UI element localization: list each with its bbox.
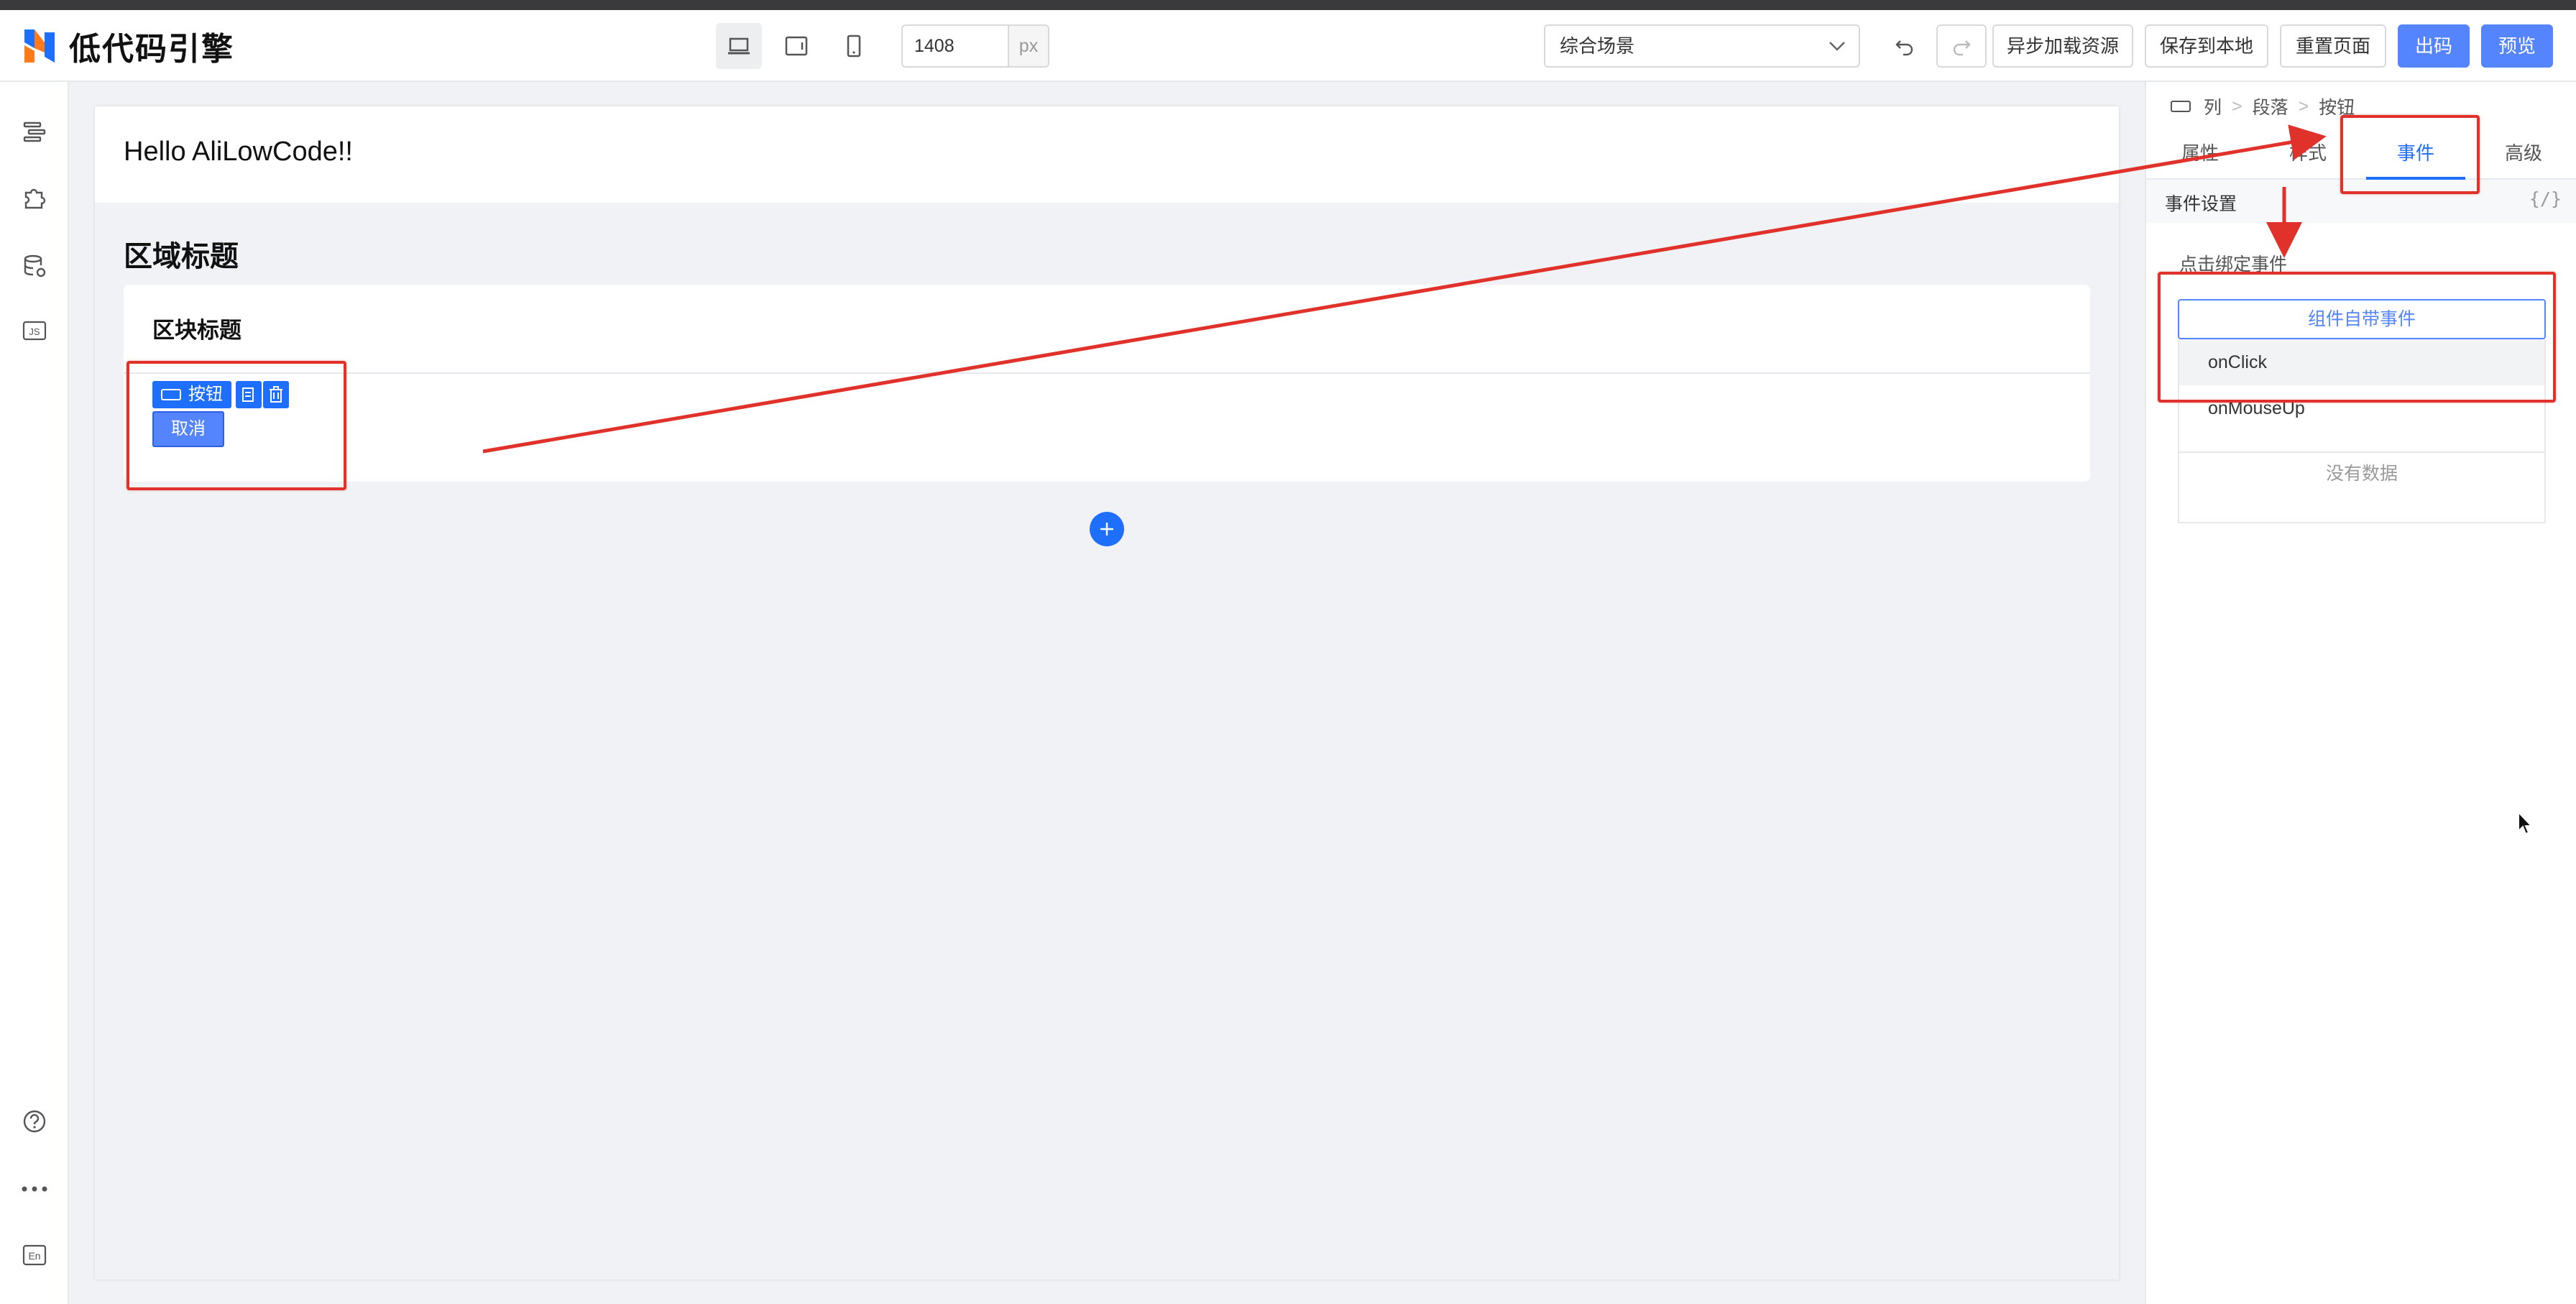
tab-events[interactable]: 事件 <box>2362 128 2470 180</box>
region-title[interactable]: 区域标题 <box>124 233 239 275</box>
language-switch-button[interactable]: En <box>17 1238 52 1272</box>
scene-select-value: 综合场景 <box>1560 35 1635 57</box>
help-icon <box>23 1110 46 1133</box>
left-sidebar: JS En <box>0 82 69 1304</box>
button-component-icon <box>161 389 181 400</box>
width-unit: px <box>1008 26 1048 66</box>
selected-component-name: 按钮 <box>188 385 223 404</box>
chevron-right-icon: > <box>2298 96 2309 116</box>
event-dropdown-list: onClick onMouseUp 没有数据 <box>2178 339 2546 523</box>
component-library-button[interactable] <box>17 181 52 216</box>
breadcrumb: 列 > 段落 > 按钮 <box>2171 92 2355 121</box>
event-option-onmouseup[interactable]: onMouseUp <box>2179 385 2544 431</box>
trash-icon <box>270 386 282 403</box>
more-dots-icon <box>22 1186 47 1192</box>
content-block[interactable]: 区块标题 <box>124 285 2090 482</box>
breadcrumb-item-paragraph[interactable]: 段落 <box>2253 93 2288 119</box>
window-top-frame <box>0 0 2576 10</box>
settings-tabs: 属性 样式 事件 高级 <box>2146 128 2576 180</box>
data-source-button[interactable] <box>17 249 52 283</box>
mouse-cursor-icon <box>2518 811 2534 835</box>
breadcrumb-item-column[interactable]: 列 <box>2204 93 2222 119</box>
lowcode-logo-icon <box>24 29 55 63</box>
canvas-width-input[interactable]: 1408 px <box>901 24 1049 68</box>
outline-tree-icon <box>23 121 46 142</box>
event-type-select[interactable]: 组件自带事件 <box>2178 299 2546 339</box>
selected-component-toolbar: 按钮 <box>152 381 289 410</box>
selected-component-tag[interactable]: 按钮 <box>152 381 231 408</box>
breadcrumb-item-button[interactable]: 按钮 <box>2319 93 2355 119</box>
phone-view-button[interactable] <box>831 23 877 69</box>
page-header-title: Hello AliLowCode!! <box>124 137 353 167</box>
add-component-button[interactable] <box>1090 512 1124 546</box>
phone-icon <box>847 35 861 58</box>
language-icon: En <box>22 1244 47 1266</box>
block-title: 区块标题 <box>152 318 242 343</box>
empty-state-text: 没有数据 <box>2179 451 2544 523</box>
svg-text:JS: JS <box>29 326 40 337</box>
event-settings-header: 事件设置 {/} <box>2146 180 2576 223</box>
tab-style[interactable]: 样式 <box>2254 128 2362 178</box>
database-icon <box>24 254 46 277</box>
tablet-icon <box>785 36 808 56</box>
laptop-icon <box>728 37 750 55</box>
svg-text:En: En <box>28 1250 40 1262</box>
top-toolbar: 低代码引擎 1408 px 综合场景 异步加载资源 保存到本地 重置页面 出码 … <box>0 10 2576 82</box>
async-load-button[interactable]: 异步加载资源 <box>1992 24 2133 68</box>
plus-icon <box>1100 523 1113 536</box>
undo-icon <box>1895 40 1913 56</box>
reset-page-button[interactable]: 重置页面 <box>2280 24 2386 68</box>
app-logo[interactable]: 低代码引擎 <box>22 26 234 67</box>
chevron-down-icon <box>1829 42 1845 51</box>
outline-tree-button[interactable] <box>17 115 52 150</box>
preview-button[interactable]: 预览 <box>2481 24 2553 68</box>
js-editor-button[interactable]: JS <box>17 313 52 348</box>
tablet-view-button[interactable] <box>773 23 819 69</box>
chevron-right-icon: > <box>2232 96 2242 116</box>
copy-icon <box>242 387 254 402</box>
device-switcher <box>716 23 888 69</box>
redo-icon <box>1953 40 1971 56</box>
export-code-button[interactable]: 出码 <box>2398 24 2470 68</box>
copy-component-button[interactable] <box>236 381 262 408</box>
save-local-button[interactable]: 保存到本地 <box>2145 24 2268 68</box>
tab-props[interactable]: 属性 <box>2146 128 2254 178</box>
bind-event-label: 点击绑定事件 <box>2179 254 2288 275</box>
delete-component-button[interactable] <box>263 381 289 408</box>
button-component-icon <box>2171 101 2191 112</box>
help-button[interactable] <box>17 1104 52 1139</box>
puzzle-icon <box>24 188 46 209</box>
scene-select[interactable]: 综合场景 <box>1544 24 1860 68</box>
block-divider <box>124 372 2090 374</box>
desktop-view-button[interactable] <box>716 23 762 69</box>
redo-button[interactable] <box>1936 24 1987 68</box>
width-value[interactable]: 1408 <box>903 26 1008 66</box>
page-header[interactable]: Hello AliLowCode!! <box>95 106 2119 203</box>
event-option-onclick[interactable]: onClick <box>2179 339 2544 385</box>
code-toggle-icon[interactable]: {/} <box>2529 188 2562 209</box>
cancel-button[interactable]: 取消 <box>152 411 224 447</box>
more-button[interactable] <box>17 1172 52 1206</box>
js-icon: JS <box>22 321 47 341</box>
settings-panel: 列 > 段落 > 按钮 属性 样式 事件 高级 事件设置 {/} 点击绑定事件 … <box>2145 82 2576 1304</box>
section-title: 事件设置 <box>2165 194 2237 214</box>
design-canvas[interactable]: Hello AliLowCode!! 区域标题 区块标题 按钮 取消 <box>95 106 2119 1280</box>
undo-button[interactable] <box>1883 23 1926 69</box>
app-name: 低代码引擎 <box>69 32 234 67</box>
tab-advanced[interactable]: 高级 <box>2470 128 2576 178</box>
